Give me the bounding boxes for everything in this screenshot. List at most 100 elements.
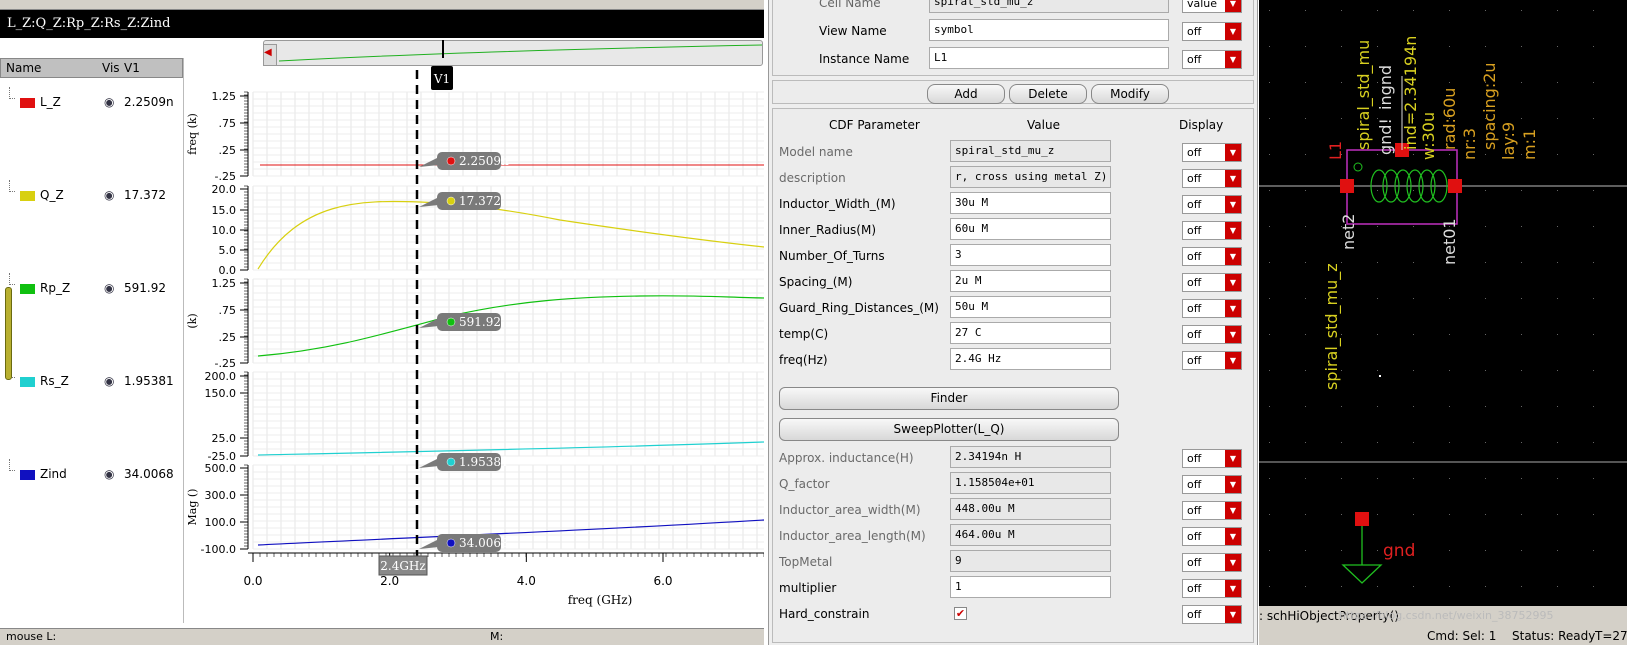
grid-dot bbox=[1305, 406, 1306, 407]
grid-dot bbox=[1593, 46, 1594, 47]
grid-dot bbox=[1485, 334, 1486, 335]
display-dropdown[interactable]: off ▼ bbox=[1182, 273, 1242, 292]
dropdown-arrow-icon[interactable]: ▼ bbox=[1225, 450, 1241, 467]
grid-dot bbox=[1377, 406, 1378, 407]
cdf-param-value[interactable]: r, cross using metal Z) bbox=[950, 166, 1111, 188]
dropdown-arrow-icon[interactable]: ▼ bbox=[1225, 222, 1241, 239]
dropdown-arrow-icon[interactable]: ▼ bbox=[1225, 580, 1241, 597]
cdf-result-value: 1.158504e+01 bbox=[950, 472, 1111, 494]
grid-dot bbox=[1269, 118, 1270, 119]
marker-x-label: 2.4GHz bbox=[380, 559, 425, 573]
display-dropdown[interactable]: off ▼ bbox=[1182, 579, 1242, 598]
display-dropdown[interactable]: off ▼ bbox=[1182, 143, 1242, 162]
grid-dot bbox=[1593, 262, 1594, 263]
cdf-param-label: Model name bbox=[779, 145, 853, 159]
dropdown-arrow-icon[interactable]: ▼ bbox=[1225, 352, 1241, 369]
cdf-param-value[interactable]: spiral_std_mu_z bbox=[950, 140, 1111, 162]
sweep-plotter-button[interactable]: SweepPlotter(L_Q) bbox=[779, 418, 1119, 441]
add-button[interactable]: Add bbox=[927, 84, 1005, 104]
cdf-param-value[interactable]: 60u M bbox=[950, 218, 1111, 240]
schematic-label: spiral_std_mu_z bbox=[1322, 263, 1342, 390]
display-dropdown[interactable]: off ▼ bbox=[1182, 247, 1242, 266]
display-dropdown[interactable]: off ▼ bbox=[1182, 195, 1242, 214]
schematic-label: nr:3 bbox=[1460, 128, 1479, 160]
dropdown-arrow-icon[interactable]: ▼ bbox=[1225, 502, 1241, 519]
display-dropdown[interactable]: off ▼ bbox=[1182, 50, 1242, 69]
display-dropdown[interactable]: off ▼ bbox=[1182, 325, 1242, 344]
grid-dot bbox=[1521, 262, 1522, 263]
display-dropdown[interactable]: off ▼ bbox=[1182, 22, 1242, 41]
cdf-result-value[interactable]: 1 bbox=[950, 576, 1111, 598]
delete-button[interactable]: Delete bbox=[1009, 84, 1087, 104]
grid-dot bbox=[1485, 514, 1486, 515]
cdf-param-value[interactable]: 30u M bbox=[950, 192, 1111, 214]
plot-strip[interactable]: 200.0150.025.0-25.0 bbox=[205, 370, 765, 463]
grid-dot bbox=[1485, 226, 1486, 227]
display-dropdown[interactable]: off ▼ bbox=[1182, 475, 1242, 494]
y-axis-label: freq (k) bbox=[186, 113, 199, 155]
cdf-result-label: TopMetal bbox=[779, 555, 833, 569]
grid-dot bbox=[1521, 586, 1522, 587]
dropdown-arrow-icon[interactable]: ▼ bbox=[1225, 23, 1241, 40]
dropdown-arrow-icon[interactable]: ▼ bbox=[1225, 51, 1241, 68]
grid-dot bbox=[1557, 406, 1558, 407]
cdf-result-value: 448.00u M bbox=[950, 498, 1111, 520]
display-dropdown[interactable]: off ▼ bbox=[1182, 351, 1242, 370]
grid-dot bbox=[1269, 334, 1270, 335]
callout-pointer bbox=[419, 458, 439, 468]
instance-field-input[interactable]: symbol bbox=[929, 19, 1169, 41]
display-dropdown[interactable]: off ▼ bbox=[1182, 449, 1242, 468]
finder-button[interactable]: Finder bbox=[779, 387, 1119, 410]
dropdown-arrow-icon[interactable]: ▼ bbox=[1225, 170, 1241, 187]
cdf-param-value[interactable]: 2.4G Hz bbox=[950, 348, 1111, 370]
gnd-label: gnd bbox=[1383, 541, 1415, 561]
callout-pointer bbox=[419, 318, 439, 328]
grid-dot bbox=[1557, 298, 1558, 299]
schematic-canvas[interactable]: gnd spiral_std_mu_z net2 L1 spiral_std_mu gnd… bbox=[1259, 0, 1627, 645]
cdf-param-value[interactable]: 3 bbox=[950, 244, 1111, 266]
y-tick-label: 150.0 bbox=[205, 387, 237, 400]
display-dropdown[interactable]: value ▼ bbox=[1182, 0, 1242, 13]
dropdown-arrow-icon[interactable]: ▼ bbox=[1225, 300, 1241, 317]
grid-dot bbox=[1379, 375, 1381, 377]
trace-zind bbox=[257, 519, 764, 546]
display-dropdown[interactable]: off ▼ bbox=[1182, 169, 1242, 188]
grid-dot bbox=[1305, 586, 1306, 587]
dropdown-arrow-icon[interactable]: ▼ bbox=[1225, 326, 1241, 343]
dropdown-arrow-icon[interactable]: ▼ bbox=[1225, 196, 1241, 213]
grid-dot bbox=[1269, 226, 1270, 227]
waveform-plot[interactable]: 1.25 .75 .25 -.25 freq (k) 20.0 15.0 10.0 5.0 0.0… bbox=[0, 0, 764, 628]
dropdown-arrow-icon[interactable]: ▼ bbox=[1225, 144, 1241, 161]
display-dropdown[interactable]: off ▼ bbox=[1182, 553, 1242, 572]
cdf-param-value[interactable]: 27 C bbox=[950, 322, 1111, 344]
gnd-pin-square bbox=[1355, 512, 1369, 526]
modify-button[interactable]: Modify bbox=[1091, 84, 1169, 104]
display-dropdown[interactable]: off ▼ bbox=[1182, 299, 1242, 318]
display-value: off bbox=[1187, 276, 1202, 289]
dropdown-arrow-icon[interactable]: ▼ bbox=[1225, 248, 1241, 265]
grid-dot bbox=[1593, 514, 1594, 515]
cdf-param-value[interactable]: 2u M bbox=[950, 270, 1111, 292]
dropdown-arrow-icon[interactable]: ▼ bbox=[1225, 606, 1241, 623]
instance-field-input[interactable]: L1 bbox=[929, 47, 1169, 69]
schematic-label: m:1 bbox=[1520, 129, 1539, 160]
grid-dot bbox=[1521, 46, 1522, 47]
display-dropdown[interactable]: off ▼ bbox=[1182, 527, 1242, 546]
dropdown-arrow-icon[interactable]: ▼ bbox=[1225, 528, 1241, 545]
display-dropdown[interactable]: off ▼ bbox=[1182, 221, 1242, 240]
hard-constrain-checkbox[interactable]: ✔ bbox=[954, 607, 967, 620]
grid-dot bbox=[1557, 478, 1558, 479]
dropdown-arrow-icon[interactable]: ▼ bbox=[1225, 476, 1241, 493]
callout-value: 17.372 bbox=[459, 194, 501, 208]
dropdown-arrow-icon[interactable]: ▼ bbox=[1225, 0, 1241, 12]
display-value: off bbox=[1187, 250, 1202, 263]
dropdown-arrow-icon[interactable]: ▼ bbox=[1225, 554, 1241, 571]
dropdown-arrow-icon[interactable]: ▼ bbox=[1225, 274, 1241, 291]
display-dropdown[interactable]: off ▼ bbox=[1182, 501, 1242, 520]
cdf-param-value[interactable]: 50u M bbox=[950, 296, 1111, 318]
instance-field-input[interactable]: spiral_std_mu_z bbox=[929, 0, 1169, 13]
grid-dot bbox=[1341, 514, 1342, 515]
x-tick-label: 6.0 bbox=[653, 574, 672, 588]
display-dropdown[interactable]: off ▼ bbox=[1182, 605, 1242, 624]
display-value: off bbox=[1187, 478, 1202, 491]
